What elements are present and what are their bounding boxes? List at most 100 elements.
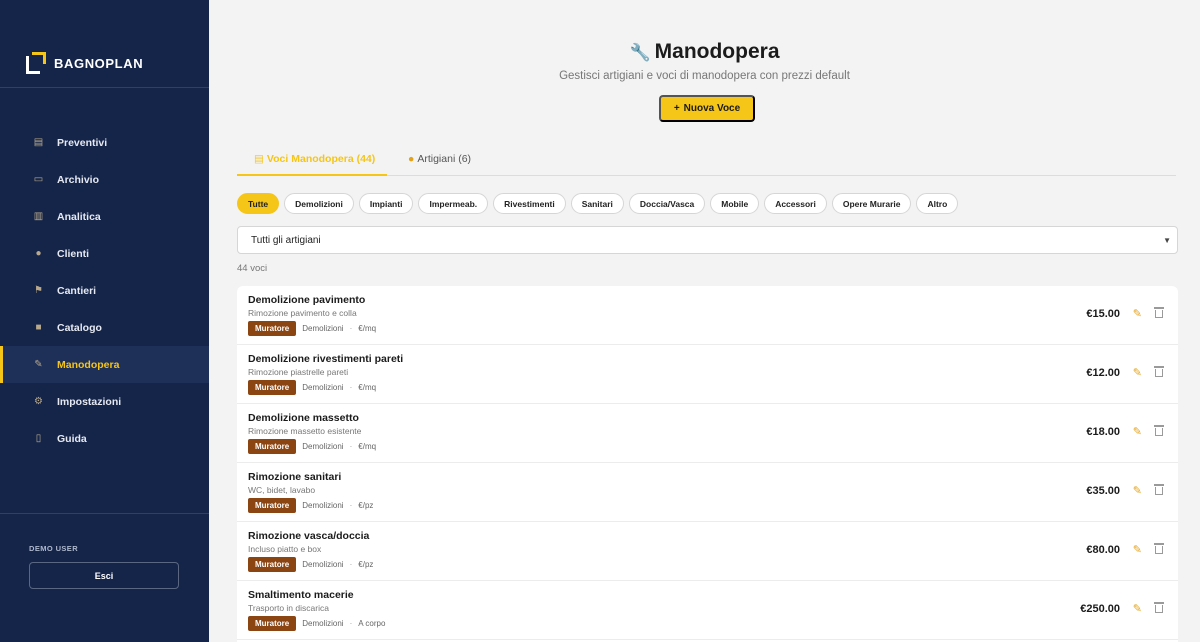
page-title: 🔧 Manodopera	[209, 40, 1200, 64]
meta-separator: ·	[349, 324, 353, 333]
sidebar-item-analitica[interactable]: ▥ Analitica	[0, 198, 209, 235]
list-item[interactable]: Demolizione pavimento Rimozione paviment…	[237, 286, 1178, 345]
trash-icon[interactable]	[1154, 602, 1164, 613]
item-count: 44 voci	[237, 263, 268, 274]
filter-chip-tutte[interactable]: Tutte	[237, 193, 280, 214]
filter-chip-doccia-vasca[interactable]: Doccia/Vasca	[628, 193, 706, 214]
list-item[interactable]: Smaltimento macerie Trasporto in discari…	[237, 581, 1178, 640]
edit-pencil-icon[interactable]: ✎	[1133, 602, 1142, 615]
filter-chip-opere-murarie[interactable]: Opere Murarie	[831, 193, 912, 214]
edit-pencil-icon[interactable]: ✎	[1133, 307, 1142, 320]
item-meta: Muratore Demolizioni · A corpo	[248, 616, 385, 631]
wrench-icon: ✎	[34, 359, 43, 370]
sidebar-item-label: Analitica	[57, 210, 101, 223]
filter-chip-impianti[interactable]: Impianti	[358, 193, 414, 214]
sidebar-divider-top	[0, 87, 209, 88]
app-logo[interactable]: BAGNOPLAN	[26, 52, 143, 74]
meta-separator: ·	[349, 442, 353, 451]
sidebar-item-guida[interactable]: ▯ Guida	[0, 420, 209, 457]
chevron-down-icon: ▼	[1163, 236, 1171, 245]
labor-items-list: Demolizione pavimento Rimozione paviment…	[237, 286, 1178, 642]
new-item-button[interactable]: + Nuova Voce	[659, 95, 755, 122]
trash-icon[interactable]	[1154, 307, 1164, 318]
artisan-select[interactable]: Tutti gli artigiani ▼	[237, 226, 1178, 254]
list-item[interactable]: Rimozione sanitari WC, bidet, lavabo Mur…	[237, 463, 1178, 522]
trash-icon[interactable]	[1154, 484, 1164, 495]
item-price: €250.00	[1080, 603, 1120, 615]
filter-chip-impermeab[interactable]: Impermeab.	[418, 193, 489, 214]
app-name: BAGNOPLAN	[54, 55, 144, 71]
filter-chip-sanitari[interactable]: Sanitari	[570, 193, 624, 214]
item-name: Smaltimento macerie	[248, 589, 354, 601]
trash-icon[interactable]	[1154, 543, 1164, 554]
filter-chip-accessori[interactable]: Accessori	[764, 193, 827, 214]
book-icon: ▯	[35, 433, 42, 444]
item-name: Demolizione pavimento	[248, 294, 366, 306]
edit-pencil-icon[interactable]: ✎	[1133, 425, 1142, 438]
sidebar-divider-bottom	[0, 513, 209, 514]
sidebar-item-archivio[interactable]: ▭ Archivio	[0, 161, 209, 198]
item-description: Rimozione pavimento e colla	[248, 308, 357, 318]
trash-icon[interactable]	[1154, 366, 1164, 377]
tab-label: Voci Manodopera (44)	[266, 153, 376, 165]
artisan-badge: Muratore	[248, 616, 297, 631]
filter-chip-altro[interactable]: Altro	[916, 193, 959, 214]
box-icon: ■	[35, 322, 42, 333]
item-price: €15.00	[1086, 308, 1120, 320]
item-name: Rimozione vasca/doccia	[248, 530, 370, 542]
tab-artigiani[interactable]: ● Artigiani (6)	[408, 153, 471, 165]
item-description: Rimozione massetto esistente	[248, 426, 362, 436]
filter-chip-rivestimenti[interactable]: Rivestimenti	[493, 193, 566, 214]
tab-voci-manodopera[interactable]: ▤ Voci Manodopera (44)	[254, 153, 375, 165]
logout-button[interactable]: Esci	[29, 562, 179, 589]
edit-pencil-icon[interactable]: ✎	[1133, 366, 1142, 379]
list-icon: ▤	[254, 153, 264, 165]
artisan-badge: Muratore	[248, 557, 297, 572]
new-item-button-label: Nuova Voce	[683, 103, 741, 114]
artisan-select-value: Tutti gli artigiani	[251, 234, 321, 246]
wrench-icon: 🔧	[629, 43, 651, 62]
gear-icon: ⚙	[34, 396, 43, 407]
item-unit: €/mq	[358, 383, 377, 392]
sidebar-item-cantieri[interactable]: ⚑ Cantieri	[0, 272, 209, 309]
artisan-badge: Muratore	[248, 498, 297, 513]
tab-label: Artigiani (6)	[417, 153, 472, 165]
item-unit: A corpo	[358, 619, 386, 628]
item-price: €80.00	[1086, 544, 1120, 556]
sidebar-item-manodopera[interactable]: ✎ Manodopera	[0, 346, 209, 383]
sidebar-item-impostazioni[interactable]: ⚙ Impostazioni	[0, 383, 209, 420]
item-unit: €/mq	[358, 324, 377, 333]
tab-bar: ▤ Voci Manodopera (44) ● Artigiani (6)	[237, 145, 1176, 176]
list-item[interactable]: Demolizione massetto Rimozione massetto …	[237, 404, 1178, 463]
page-title-text: Manodopera	[654, 40, 780, 63]
worker-icon: ●	[408, 153, 415, 165]
sidebar-item-label: Cantieri	[57, 284, 97, 297]
sidebar-item-clienti[interactable]: ● Clienti	[0, 235, 209, 272]
list-item[interactable]: Rimozione vasca/doccia Incluso piatto e …	[237, 522, 1178, 581]
item-meta: Muratore Demolizioni · €/pz	[248, 557, 373, 572]
filter-chip-demolizioni[interactable]: Demolizioni	[284, 193, 354, 214]
sidebar-item-preventivi[interactable]: ▤ Preventivi	[0, 124, 209, 161]
list-item[interactable]: Demolizione rivestimenti pareti Rimozion…	[237, 345, 1178, 404]
plus-icon: +	[673, 103, 680, 114]
meta-separator: ·	[349, 383, 353, 392]
edit-pencil-icon[interactable]: ✎	[1133, 484, 1142, 497]
sidebar-item-label: Guida	[57, 432, 87, 445]
sidebar-nav: ▤ Preventivi ▭ Archivio ▥ Analitica ● Cl…	[0, 124, 209, 457]
sidebar-item-label: Manodopera	[57, 358, 120, 371]
sidebar-item-catalogo[interactable]: ■ Catalogo	[0, 309, 209, 346]
item-unit: €/pz	[358, 501, 374, 510]
artisan-badge: Muratore	[248, 380, 297, 395]
item-category: Demolizioni	[302, 324, 344, 333]
item-category: Demolizioni	[302, 442, 344, 451]
trash-icon[interactable]	[1154, 425, 1164, 436]
item-unit: €/mq	[358, 442, 377, 451]
item-name: Demolizione massetto	[248, 412, 359, 424]
item-meta: Muratore Demolizioni · €/mq	[248, 380, 376, 395]
meta-separator: ·	[349, 501, 353, 510]
item-meta: Muratore Demolizioni · €/mq	[248, 321, 376, 336]
edit-pencil-icon[interactable]: ✎	[1133, 543, 1142, 556]
sidebar-item-label: Catalogo	[57, 321, 102, 334]
filter-chip-mobile[interactable]: Mobile	[710, 193, 760, 214]
flag-icon: ⚑	[34, 285, 43, 296]
